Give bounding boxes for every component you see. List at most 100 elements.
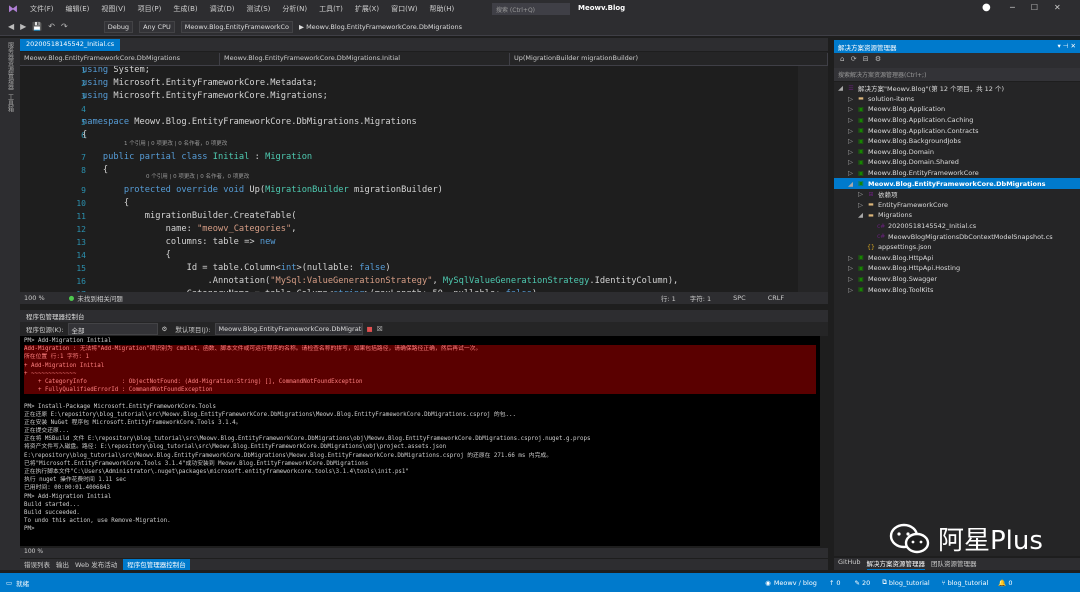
tree-item[interactable]: ▷ ▣ Meowv.Blog.Swagger: [848, 274, 937, 285]
edit-count[interactable]: 20: [862, 579, 870, 587]
config-dropdown[interactable]: Debug: [103, 20, 134, 33]
expand-arrow-icon[interactable]: ▷: [848, 137, 854, 145]
save-icon[interactable]: 💾: [32, 22, 42, 31]
settings-icon[interactable]: ⚙: [875, 55, 883, 63]
code-line[interactable]: protected override void Up(MigrationBuil…: [82, 185, 443, 198]
tab-server-explorer[interactable]: 服务器资源管理器: [6, 42, 15, 90]
tree-item[interactable]: ▷ ⊞ 依赖项: [858, 189, 898, 200]
member-nav-dropdown[interactable]: Up(MigrationBuilder migrationBuilder): [510, 52, 828, 65]
expand-arrow-icon[interactable]: ▷: [848, 169, 854, 177]
tree-item[interactable]: ▷ ▣ Meowv.Blog.Domain: [848, 147, 934, 158]
editor-scrollbar[interactable]: [798, 66, 828, 292]
collapse-icon[interactable]: ⊟: [863, 55, 871, 63]
bottom-tab[interactable]: 输出: [56, 559, 69, 570]
project-nav-dropdown[interactable]: Meowv.Blog.EntityFrameworkCore.DbMigrati…: [20, 52, 220, 65]
tree-item[interactable]: ▷ ▣ Meowv.Blog.Application.Contracts: [848, 125, 978, 136]
menu-item[interactable]: 编辑(E): [60, 4, 96, 14]
repo-branch[interactable]: blog_tutorial: [889, 579, 930, 587]
expand-arrow-icon[interactable]: ▷: [848, 127, 854, 135]
tree-item[interactable]: ▷ ▣ Meowv.Blog.Domain.Shared: [848, 157, 959, 168]
code-line[interactable]: Id = table.Column<int>(nullable: false): [82, 263, 391, 276]
expand-arrow-icon[interactable]: ▷: [848, 275, 854, 283]
code-line[interactable]: {: [82, 250, 171, 263]
menu-item[interactable]: 窗口(W): [385, 4, 423, 14]
expand-arrow-icon[interactable]: ▷: [848, 148, 854, 156]
code-line[interactable]: {: [82, 165, 108, 178]
expand-arrow-icon[interactable]: ▷: [848, 264, 854, 272]
tree-item[interactable]: ▷ ▣ Meowv.Blog.HttpApi.Hosting: [848, 263, 960, 274]
tree-item[interactable]: ▷ ▣ Meowv.Blog.HttpApi: [848, 253, 933, 264]
code-line[interactable]: using Microsoft.EntityFrameworkCore.Meta…: [82, 78, 317, 91]
menu-item[interactable]: 项目(P): [132, 4, 168, 14]
class-nav-dropdown[interactable]: Meowv.Blog.EntityFrameworkCore.DbMigrati…: [220, 52, 510, 65]
se-tab[interactable]: 解决方案资源管理器: [866, 558, 926, 570]
notification-count[interactable]: 0: [1008, 579, 1012, 587]
tree-item[interactable]: ▷ ▣ Meowv.Blog.EntityFrameworkCore: [848, 168, 979, 179]
menu-item[interactable]: 帮助(H): [423, 4, 460, 14]
tree-item[interactable]: ▷ ▣ Meowv.Blog.Application: [848, 104, 945, 115]
code-line[interactable]: {: [82, 198, 129, 211]
expand-arrow-icon[interactable]: ◢: [858, 211, 864, 219]
code-lens[interactable]: 0 个引用 | 0 项更改 | 0 名作者，0 项更改: [146, 172, 249, 180]
account-icon[interactable]: ●: [982, 2, 991, 13]
code-line[interactable]: {: [82, 130, 87, 143]
home-icon[interactable]: ⌂: [840, 55, 846, 63]
code-lens[interactable]: 1 个引用 | 0 项更改 | 0 名作者，0 项更改: [124, 139, 227, 147]
bottom-tab[interactable]: Web 发布活动: [75, 559, 117, 570]
code-line[interactable]: .Annotation("MySql:ValueGenerationStrate…: [82, 276, 679, 289]
expand-arrow-icon[interactable]: ▷: [858, 201, 864, 209]
bottom-tab[interactable]: 程序包管理器控制台: [123, 559, 190, 570]
zoom-level[interactable]: 100 %: [24, 294, 45, 302]
expand-arrow-icon[interactable]: ▷: [848, 286, 854, 294]
bottom-tab[interactable]: 错误列表: [24, 559, 50, 570]
settings-icon[interactable]: ⚙: [162, 325, 168, 333]
tree-item[interactable]: ◢ ☰ 解决方案"Meowv.Blog"(第 12 个项目，共 12 个): [838, 83, 1004, 94]
tree-item[interactable]: c# 20200518145542_Initial.cs: [868, 221, 976, 232]
search-box[interactable]: 搜索 (Ctrl+Q): [492, 3, 570, 15]
startup-project-dropdown[interactable]: Meowv.Blog.EntityFrameworkCo: [180, 20, 293, 33]
tree-item[interactable]: ◢ ▣ Meowv.Blog.EntityFrameworkCore.DbMigra…: [834, 178, 1080, 189]
expand-arrow-icon[interactable]: ▷: [848, 105, 854, 113]
expand-arrow-icon[interactable]: ▷: [848, 95, 854, 103]
code-editor[interactable]: 1 using System; 2 using Microsoft.EntityFra…: [20, 66, 828, 292]
code-line[interactable]: public partial class Initial : Migration: [82, 152, 312, 165]
tree-item[interactable]: ▷ ▣ Meowv.Blog.Application.Caching: [848, 115, 973, 126]
menu-item[interactable]: 测试(S): [240, 4, 276, 14]
expand-arrow-icon[interactable]: ▷: [858, 190, 864, 198]
tree-item[interactable]: ▷ ▣ Meowv.Blog.BackgroundJobs: [848, 136, 961, 147]
code-line[interactable]: namespace Meowv.Blog.EntityFrameworkCore…: [82, 117, 417, 130]
branch-name[interactable]: blog_tutorial: [948, 579, 989, 587]
tree-item[interactable]: c# MeowvBlogMigrationsDbContextModelSnaps…: [868, 231, 1053, 242]
menu-item[interactable]: 生成(B): [167, 4, 203, 14]
default-project-dropdown[interactable]: Meowv.Blog.EntityFrameworkCore.DbMigrati: [214, 323, 363, 335]
redo-icon[interactable]: ↷: [61, 22, 68, 31]
pin-icon[interactable]: ▾ ⊣ ✕: [1057, 42, 1076, 51]
code-line[interactable]: using Microsoft.EntityFrameworkCore.Migr…: [82, 91, 328, 104]
tree-item[interactable]: ▷ ▣ Meowv.Blog.ToolKits: [848, 284, 933, 295]
console-output[interactable]: PM> Add-Migration Initial Add-Migration :…: [20, 336, 820, 546]
code-line[interactable]: migrationBuilder.CreateTable(: [82, 211, 297, 224]
expand-arrow-icon[interactable]: ◢: [838, 84, 844, 92]
expand-arrow-icon[interactable]: ◢: [848, 180, 854, 188]
se-tab[interactable]: GitHub: [838, 558, 861, 570]
expand-arrow-icon[interactable]: ▷: [848, 116, 854, 124]
close-icon[interactable]: ✕: [1054, 3, 1061, 12]
run-button[interactable]: ▶ Meowv.Blog.EntityFrameworkCore.DbMigra…: [299, 23, 462, 31]
tree-item[interactable]: ▷ ▬ solution-items: [848, 94, 914, 105]
tree-item[interactable]: ◢ ▬ Migrations: [858, 210, 912, 221]
se-tab[interactable]: 团队资源管理器: [931, 558, 977, 570]
solution-search-input[interactable]: 搜索解决方案资源管理器(Ctrl+;): [834, 68, 1080, 81]
menu-item[interactable]: 文件(F): [24, 4, 60, 14]
tree-item[interactable]: ▷ ▬ EntityFrameworkCore: [858, 200, 948, 211]
expand-arrow-icon[interactable]: ▷: [848, 158, 854, 166]
maximize-icon[interactable]: ☐: [1031, 3, 1038, 12]
console-zoom[interactable]: 100 %: [24, 548, 43, 555]
code-line[interactable]: columns: table => new: [82, 237, 276, 250]
tab-toolbox[interactable]: 工具箱: [6, 94, 15, 112]
bell-icon[interactable]: 🔔: [998, 579, 1006, 587]
unpushed-count[interactable]: 0: [836, 579, 840, 587]
menu-item[interactable]: 调试(D): [204, 4, 241, 14]
code-line[interactable]: using System;: [82, 66, 150, 78]
platform-dropdown[interactable]: Any CPU: [139, 20, 175, 33]
refresh-icon[interactable]: ⟳: [851, 55, 859, 63]
